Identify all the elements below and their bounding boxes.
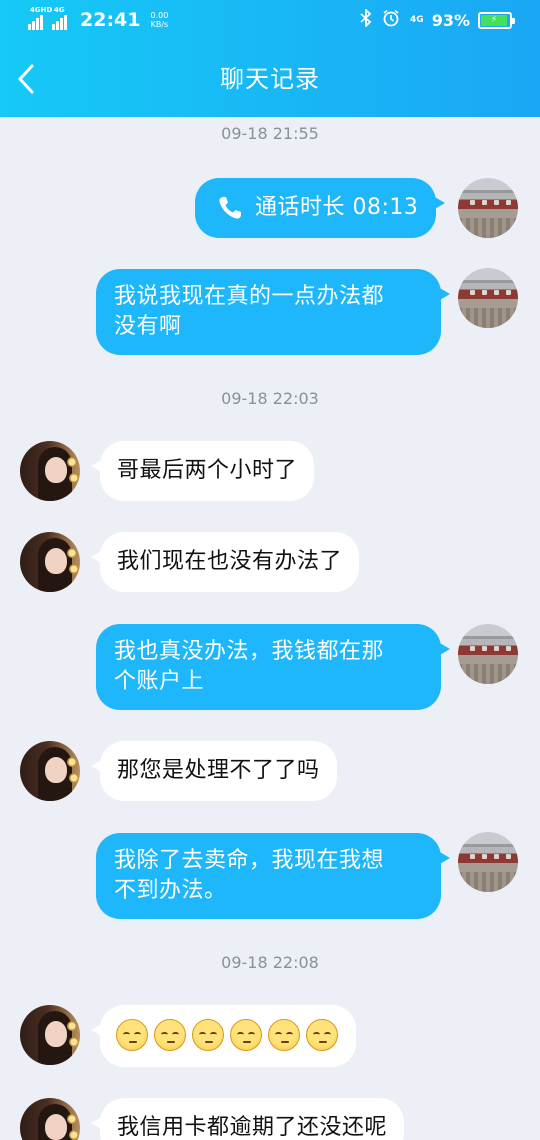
message-text-line: 哥最后两个小时了 [117, 458, 298, 483]
message-bubble[interactable]: 那您是处理不了了吗 [91, 741, 337, 801]
message-timestamp: 09-18 22:03 [221, 389, 319, 408]
call-duration-text: 通话时长 08:13 [255, 195, 419, 220]
page-title: 聊天记录 [220, 65, 320, 93]
message-text-line: 我说我现在真的一点办法都 [114, 284, 385, 309]
alarm-icon [382, 9, 400, 31]
battery-icon: ⚡ [478, 11, 515, 29]
message-bubble[interactable]: 我们现在也没有办法了 [90, 532, 360, 592]
header-bar: 4GHD 4G 22:41 0.00 KB/s 4G 93% ⚡ 聊天记录 [0, 0, 540, 117]
status-time: 22:41 [80, 9, 141, 31]
message-bubble[interactable]: 我也真没办法，我钱都在那 个账户上 [96, 624, 450, 710]
unamused-face-icon [306, 1019, 338, 1051]
message-text-line: 我信用卡都逾期了还没还呢 [117, 1115, 388, 1140]
avatar[interactable] [458, 624, 518, 684]
call-record-bubble[interactable]: 通话时长 08:13 [195, 178, 446, 238]
avatar[interactable] [20, 1005, 80, 1065]
avatar[interactable] [20, 532, 80, 592]
unamused-face-icon [192, 1019, 224, 1051]
avatar[interactable] [20, 741, 80, 801]
message-text-line: 没有啊 [114, 314, 182, 339]
message-text-line: 我也真没办法，我钱都在那 [114, 639, 385, 664]
status-bar: 4GHD 4G 22:41 0.00 KB/s 4G 93% ⚡ [0, 0, 540, 42]
network-type: 4G [410, 15, 424, 25]
avatar[interactable] [20, 441, 80, 501]
unamused-face-icon [268, 1019, 300, 1051]
bluetooth-icon [360, 7, 372, 31]
signal-icon: 4G [52, 6, 68, 30]
unamused-face-icon [230, 1019, 262, 1051]
message-text-line: 个账户上 [114, 669, 205, 694]
message-text-line: 我除了去卖命，我现在我想 [114, 848, 385, 873]
battery-percent: 93% [431, 10, 470, 30]
message-timestamp: 09-18 22:08 [221, 953, 319, 972]
message-bubble[interactable]: 我说我现在真的一点办法都 没有啊 [96, 269, 450, 355]
message-bubble[interactable]: 哥最后两个小时了 [90, 441, 315, 501]
avatar[interactable] [458, 178, 518, 238]
message-text-line: 那您是处理不了了吗 [117, 758, 320, 783]
avatar[interactable] [458, 832, 518, 892]
message-bubble[interactable]: 我信用卡都逾期了还没还呢 [90, 1098, 405, 1140]
message-text-line: 不到办法。 [114, 878, 227, 903]
unamused-face-icon [154, 1019, 186, 1051]
emoji-message-bubble[interactable] [91, 1005, 356, 1067]
avatar[interactable] [458, 268, 518, 328]
unamused-face-icon [116, 1019, 148, 1051]
message-text-line: 我们现在也没有办法了 [117, 549, 343, 574]
network-speed: 0.00 KB/s [150, 11, 169, 29]
avatar[interactable] [20, 1098, 80, 1140]
message-bubble[interactable]: 我除了去卖命，我现在我想 不到办法。 [96, 833, 450, 919]
signal-icon: 4GHD [28, 6, 52, 30]
message-timestamp: 09-18 21:55 [221, 124, 319, 143]
phone-icon [219, 197, 241, 219]
